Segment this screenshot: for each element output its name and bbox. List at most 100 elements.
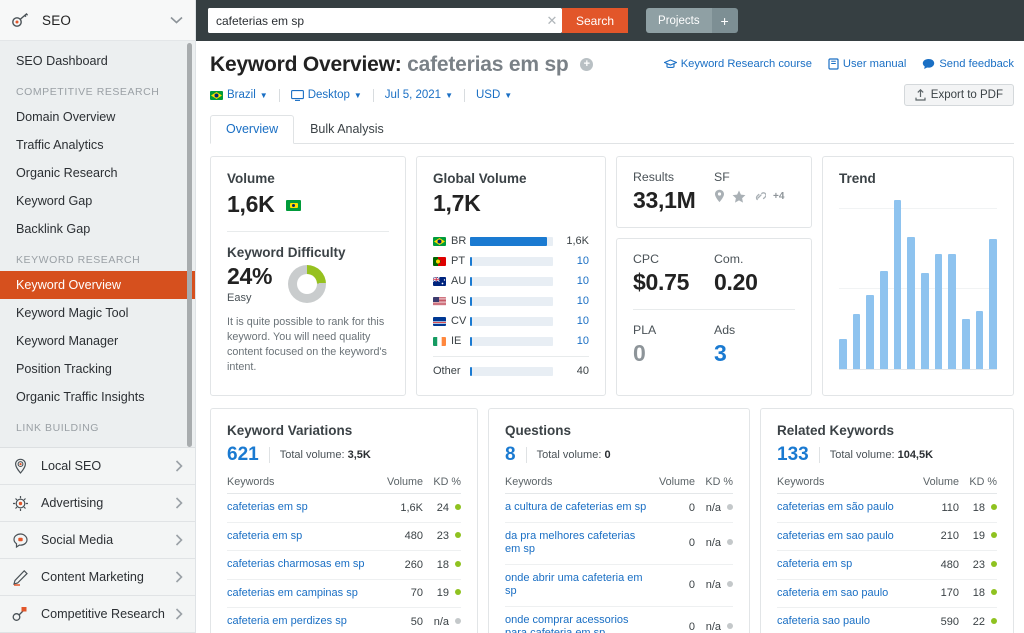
- keyword-link[interactable]: cafeterias em campinas sp: [227, 579, 379, 608]
- search-box[interactable]: ✕: [208, 8, 562, 33]
- sidebar-item-keyword-overview[interactable]: Keyword Overview: [0, 271, 195, 299]
- col-volume: Volume: [915, 476, 959, 494]
- trend-bar[interactable]: [880, 271, 888, 370]
- pla-label: PLA: [633, 323, 657, 337]
- filter-date[interactable]: Jul 5, 2021 ▼: [374, 89, 464, 101]
- table-row[interactable]: a cultura de cafeterias em sp 0 n/a: [505, 493, 733, 523]
- sidebar-item-local-seo[interactable]: Local SEO: [0, 448, 195, 485]
- link-send-feedback[interactable]: Send feedback: [922, 58, 1014, 70]
- sidebar-item-organic-traffic-insights[interactable]: Organic Traffic Insights: [0, 383, 195, 411]
- sidebar-item-content-marketing[interactable]: Content Marketing: [0, 559, 195, 596]
- search-button[interactable]: Search: [562, 8, 629, 33]
- close-icon[interactable]: ✕: [542, 8, 562, 33]
- sidebar-item-position-tracking[interactable]: Position Tracking: [0, 355, 195, 383]
- keyword-link[interactable]: cafeteria sao paulo: [777, 607, 915, 633]
- keyword-link[interactable]: cafeterias em são paulo: [777, 493, 915, 523]
- keyword-link[interactable]: cafeteria em perdizes sp: [227, 607, 379, 633]
- table-row[interactable]: cafeteria em sp 480 23: [777, 550, 997, 580]
- global-volume-row[interactable]: IE 10: [433, 331, 589, 351]
- table-row[interactable]: da pra melhores cafeterias em sp 0 n/a: [505, 522, 733, 565]
- global-volume-row[interactable]: BR 1,6K: [433, 231, 589, 251]
- filter-country[interactable]: Brazil ▼: [210, 89, 279, 101]
- table-row[interactable]: cafeterias em sao paulo 210 19: [777, 522, 997, 551]
- trend-bar[interactable]: [893, 200, 902, 370]
- keyword-link[interactable]: cafeteria em sp: [227, 522, 379, 551]
- keyword-link[interactable]: da pra melhores cafeterias em sp: [505, 522, 651, 565]
- sidebar-item-seo-dashboard[interactable]: SEO Dashboard: [0, 47, 195, 75]
- table-row[interactable]: cafeterias em campinas sp 70 19: [227, 579, 461, 608]
- sidebar-scrollbar[interactable]: [187, 43, 192, 447]
- country-cell: BR: [433, 235, 470, 247]
- trend-bar[interactable]: [948, 254, 957, 370]
- sidebar-bottom-label: Competitive Research: [41, 607, 165, 621]
- keyword-link[interactable]: cafeterias charmosas em sp: [227, 550, 379, 580]
- keyword-link[interactable]: cafeteria em sao paulo: [777, 579, 915, 608]
- sidebar-item-advertising[interactable]: Advertising: [0, 485, 195, 522]
- add-keyword-icon[interactable]: +: [580, 58, 594, 71]
- keyword-link[interactable]: onde comprar acessorios para cafeteria e…: [505, 606, 651, 633]
- link-keyword-research-course[interactable]: Keyword Research course: [663, 58, 812, 70]
- global-volume-rows: BR 1,6K PT 10 AU 10 US 10 CV 10 IE 10 Ot…: [433, 231, 589, 381]
- tab-bulk-analysis[interactable]: Bulk Analysis: [294, 115, 400, 144]
- ads-value[interactable]: 3: [714, 340, 795, 367]
- trend-bar[interactable]: [989, 239, 998, 370]
- export-to-pdf-button[interactable]: Export to PDF: [903, 84, 1014, 106]
- sidebar-item-domain-overview[interactable]: Domain Overview: [0, 103, 195, 131]
- table-row[interactable]: cafeterias em sp 1,6K 24: [227, 493, 461, 523]
- flag-br-icon: [286, 200, 302, 212]
- map-pin-target-icon: [12, 458, 34, 475]
- trend-bar[interactable]: [866, 295, 875, 370]
- keyword-link[interactable]: onde abrir uma cafeteria em sp: [505, 564, 651, 607]
- tab-overview[interactable]: Overview: [210, 115, 295, 144]
- sidebar-item-keyword-magic-tool[interactable]: Keyword Magic Tool: [0, 299, 195, 327]
- book-icon: [828, 58, 839, 70]
- trend-bar[interactable]: [962, 319, 970, 370]
- divider: [525, 447, 527, 463]
- sidebar-item-backlink-analytics[interactable]: Backlink Analytics: [0, 439, 195, 447]
- keyword-link[interactable]: cafeteria em sp: [777, 550, 915, 580]
- sf-more-count[interactable]: +4: [773, 191, 784, 202]
- sidebar-item-traffic-analytics[interactable]: Traffic Analytics: [0, 131, 195, 159]
- table-row[interactable]: onde abrir uma cafeteria em sp 0 n/a: [505, 564, 733, 607]
- sidebar-header-label: SEO: [42, 12, 72, 28]
- table-row[interactable]: cafeterias charmosas em sp 260 18: [227, 550, 461, 580]
- search-input[interactable]: [208, 8, 542, 33]
- trend-bar[interactable]: [934, 254, 943, 370]
- keyword-table: Keywords Volume KD % cafeterias em sp 1,6…: [227, 476, 461, 633]
- table-row[interactable]: cafeteria sao paulo 590 22: [777, 607, 997, 633]
- filter-device[interactable]: Desktop ▼: [280, 89, 373, 101]
- chevron-down-icon[interactable]: [170, 16, 183, 24]
- add-project-button[interactable]: +: [711, 8, 738, 33]
- trend-bar[interactable]: [907, 237, 916, 370]
- sidebar-item-organic-research[interactable]: Organic Research: [0, 159, 195, 187]
- trend-bar[interactable]: [852, 313, 861, 370]
- table-row[interactable]: cafeteria em perdizes sp 50 n/a: [227, 607, 461, 633]
- panel-summary: 8 Total volume: 0: [505, 444, 733, 466]
- projects-button[interactable]: Projects: [646, 8, 712, 33]
- sidebar-item-keyword-manager[interactable]: Keyword Manager: [0, 327, 195, 355]
- trend-bar[interactable]: [921, 273, 929, 370]
- trend-bar[interactable]: [975, 310, 984, 370]
- table-row[interactable]: cafeterias em são paulo 110 18: [777, 493, 997, 523]
- trend-bar[interactable]: [839, 339, 847, 370]
- link-user-manual[interactable]: User manual: [828, 58, 906, 70]
- global-volume-row[interactable]: PT 10: [433, 251, 589, 271]
- keyword-link[interactable]: cafeterias em sp: [227, 493, 379, 523]
- filter-currency[interactable]: USD ▼: [465, 89, 523, 101]
- global-volume-label: Global Volume: [433, 171, 527, 186]
- keyword-link[interactable]: a cultura de cafeterias em sp: [505, 493, 651, 523]
- table-row[interactable]: cafeteria em sao paulo 170 18: [777, 579, 997, 608]
- sidebar-item-backlink-gap[interactable]: Backlink Gap: [0, 215, 195, 243]
- keyword-difficulty-value: 24%: [227, 263, 273, 289]
- keyword-link[interactable]: cafeterias em sao paulo: [777, 522, 915, 551]
- sidebar-item-competitive-research[interactable]: Competitive Research: [0, 596, 195, 633]
- com-label: Com.: [714, 252, 744, 266]
- sidebar-header[interactable]: SEO: [0, 0, 195, 41]
- global-volume-row[interactable]: CV 10: [433, 311, 589, 331]
- sidebar-item-social-media[interactable]: Social Media: [0, 522, 195, 559]
- table-row[interactable]: cafeteria em sp 480 23: [227, 522, 461, 551]
- table-row[interactable]: onde comprar acessorios para cafeteria e…: [505, 606, 733, 633]
- sidebar-item-keyword-gap[interactable]: Keyword Gap: [0, 187, 195, 215]
- global-volume-row[interactable]: US 10: [433, 291, 589, 311]
- global-volume-row[interactable]: AU 10: [433, 271, 589, 291]
